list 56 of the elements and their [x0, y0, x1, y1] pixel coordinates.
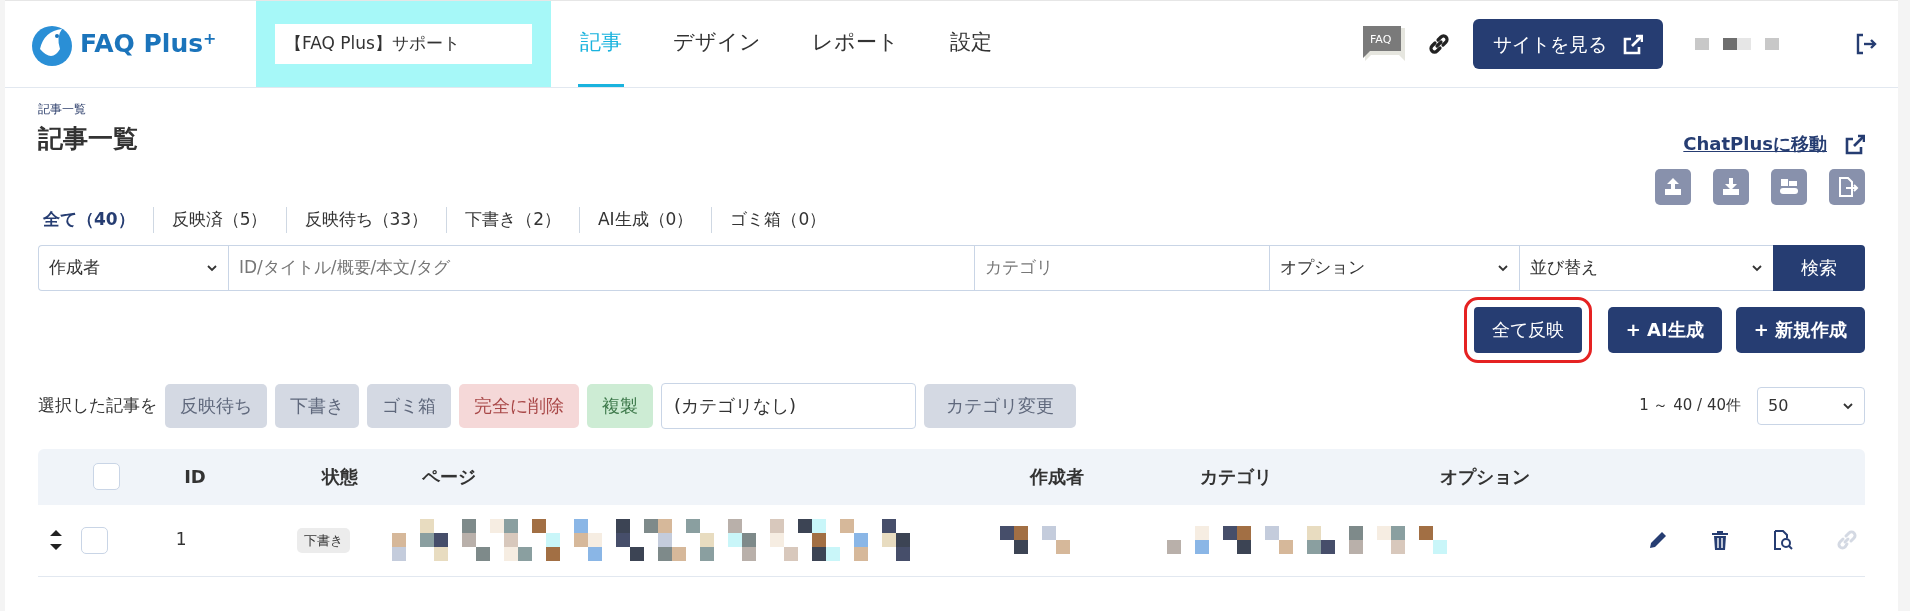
logout-icon[interactable] [1854, 32, 1878, 56]
search-field[interactable]: カテゴリ [974, 244, 1269, 291]
caret-icon [206, 262, 218, 273]
edit-icon[interactable] [1647, 529, 1669, 551]
row-checkbox[interactable] [81, 526, 108, 554]
preview-icon[interactable] [1771, 529, 1795, 551]
category-select[interactable]: (カテゴリなし) [661, 382, 916, 429]
caret-icon [1497, 262, 1509, 273]
breadcrumb-link[interactable]: 記事一覧 [38, 100, 138, 118]
logo-text: FAQ Plus$^{+}$ [80, 28, 217, 61]
column-header: 状態 [320, 465, 359, 489]
action-button[interactable]: 全て反映 [1473, 306, 1582, 353]
bulk-action-label: 選択した記事を [38, 393, 157, 417]
select-all-checkbox[interactable] [93, 463, 120, 490]
status-tab[interactable]: 下書き（2） [446, 207, 579, 233]
file-export-button[interactable] [1829, 169, 1865, 205]
nav-tab[interactable]: デザイン [671, 1, 763, 87]
upload-button[interactable] [1655, 169, 1691, 205]
column-header: 作成者 [1030, 465, 1085, 489]
dropdown[interactable]: オプション [1269, 244, 1519, 291]
conveyor-button[interactable] [1771, 169, 1807, 205]
site-select[interactable]: 【FAQ Plus】サポート [275, 24, 532, 64]
status-tab[interactable]: 全て（40） [38, 207, 153, 233]
per-page-select[interactable]: 50 [1757, 386, 1865, 425]
link-icon[interactable] [1427, 32, 1451, 56]
view-site-button[interactable]: サイトを見る [1473, 19, 1663, 69]
status-label: 下書き [296, 528, 350, 554]
action-button[interactable]: + AI生成 [1607, 306, 1722, 353]
dropdown[interactable]: 作成者 [38, 244, 228, 291]
faq-badge-label: FAQ [1370, 32, 1392, 48]
nav-tab[interactable]: 設定 [948, 1, 994, 87]
status-tab[interactable]: AI生成（0） [578, 207, 712, 233]
chatplus-link[interactable]: ChatPlusに移動 [1683, 130, 1827, 157]
status-tab[interactable]: 反映済（5） [152, 207, 286, 233]
delete-icon[interactable] [1709, 529, 1731, 551]
status-tab[interactable]: 反映待ち（33） [285, 207, 447, 233]
external-link-icon [1843, 132, 1865, 155]
caret-icon [1751, 262, 1763, 273]
nav-tab[interactable]: レポート [810, 1, 901, 87]
speech-bubble-icon [1361, 25, 1407, 63]
page-title: 記事一覧 [38, 124, 138, 154]
search-field[interactable]: ID/タイトル/概要/本文/タグ [228, 244, 974, 291]
column-header: オプション [1440, 465, 1531, 489]
sort-handle-icon[interactable] [48, 527, 64, 553]
search-button[interactable]: 検索 [1773, 244, 1865, 291]
table-cell-text: 1 [174, 528, 188, 552]
pagination-range: 1 ～ 40 / 40件 [1639, 395, 1741, 417]
column-header: カテゴリ [1200, 465, 1273, 489]
download-button[interactable] [1713, 169, 1749, 205]
status-tab[interactable]: ゴミ箱（0） [711, 207, 845, 233]
column-header: ページ [421, 465, 477, 489]
dropdown[interactable]: 並び替え [1519, 244, 1773, 291]
action-button[interactable]: + 新規作成 [1735, 306, 1865, 353]
caret-icon [1842, 400, 1854, 411]
external-link-icon [1621, 33, 1643, 55]
column-header: ID [183, 465, 207, 489]
